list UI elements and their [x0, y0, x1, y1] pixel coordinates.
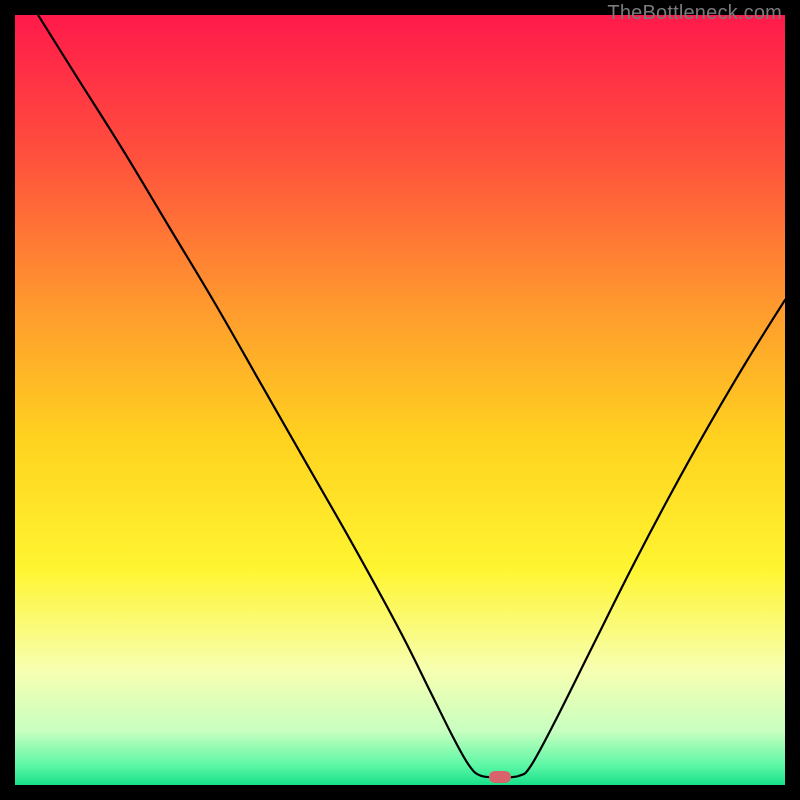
chart-background — [15, 15, 785, 785]
watermark-text: TheBottleneck.com — [607, 2, 782, 25]
chart-frame — [15, 15, 785, 785]
bottleneck-chart — [15, 15, 785, 785]
optimal-point-marker — [489, 771, 511, 783]
